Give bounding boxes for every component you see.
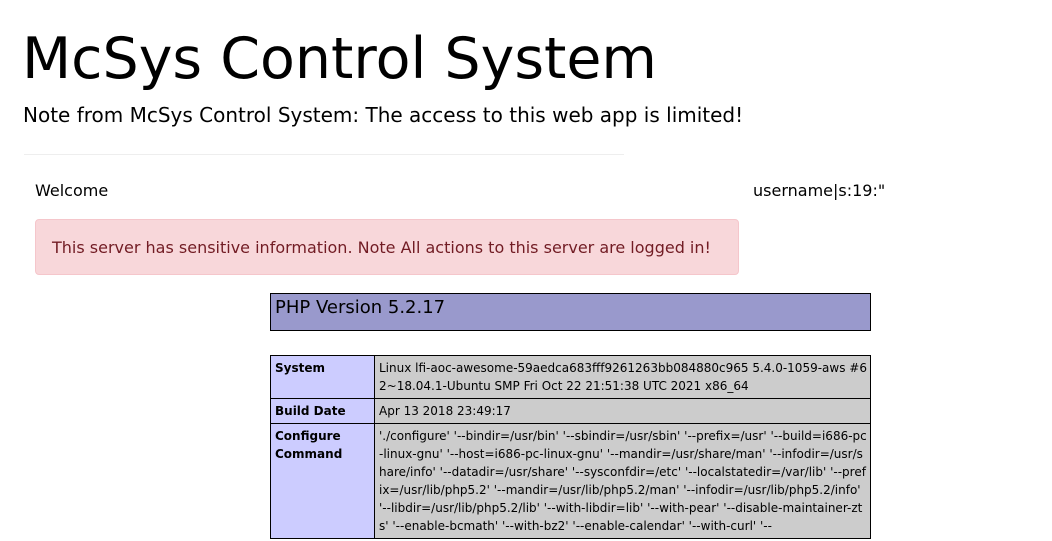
divider [24,154,624,155]
row-label-system: System [270,355,375,399]
phpinfo-panel: PHP Version 5.2.17 System Linux lfi-aoc-… [270,293,871,539]
table-row: Configure Command './configure' '--bindi… [270,423,871,539]
row-value-build-date: Apr 13 2018 23:49:17 [374,398,871,424]
alert-message: This server has sensitive information. N… [52,238,711,257]
access-note: Note from McSys Control System: The acce… [23,103,744,127]
welcome-text: Welcome [35,181,109,200]
table-row: Build Date Apr 13 2018 23:49:17 [270,398,871,424]
phpinfo-table: System Linux lfi-aoc-awesome-59aedca683f… [270,355,871,539]
page: McSys Control System Note from McSys Con… [0,0,1052,541]
table-row: System Linux lfi-aoc-awesome-59aedca683f… [270,355,871,399]
site-title: McSys Control System [22,26,657,92]
php-version-header: PHP Version 5.2.17 [270,293,871,331]
row-label-configure-command: Configure Command [270,423,375,539]
row-value-configure-command: './configure' '--bindir=/usr/bin' '--sbi… [374,423,871,539]
username-text: username|s:19:" [753,181,886,200]
php-version-title: PHP Version 5.2.17 [275,297,446,318]
row-value-system: Linux lfi-aoc-awesome-59aedca683fff92612… [374,355,871,399]
row-label-build-date: Build Date [270,398,375,424]
warning-alert: This server has sensitive information. N… [35,219,739,275]
